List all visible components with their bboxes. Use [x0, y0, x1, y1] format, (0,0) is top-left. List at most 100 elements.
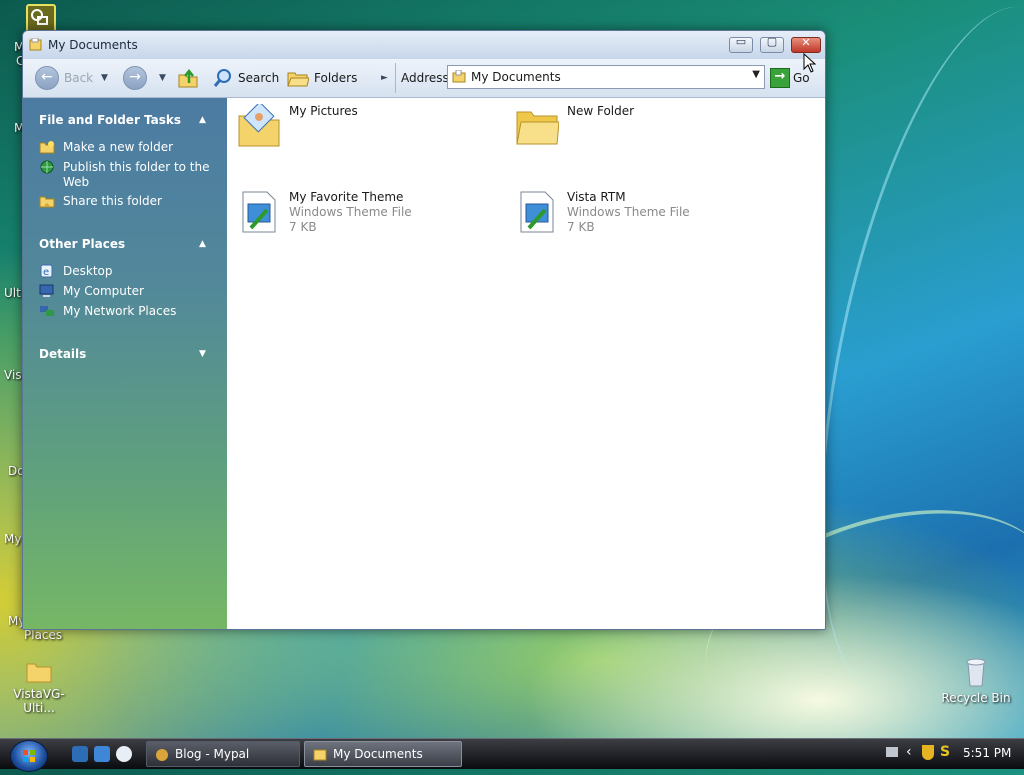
pictures-folder-icon	[238, 104, 280, 147]
my-documents-icon	[313, 749, 327, 760]
folders-icon	[287, 72, 309, 87]
folders-button[interactable]: Folders	[287, 59, 357, 97]
section-header-other-places[interactable]: Other Places	[39, 237, 125, 251]
desktop-folder-shortcut[interactable]: VistaVG-Ulti...	[0, 658, 78, 715]
file-item-new-folder[interactable]: New Folder	[509, 104, 769, 154]
desktop-icon-label: VistaVG-Ulti...	[13, 687, 65, 715]
file-type: Windows Theme File	[289, 205, 412, 219]
desktop-label-clipped: My	[4, 532, 22, 546]
task-share-folder[interactable]: Share this folder	[39, 194, 219, 209]
chevron-down-icon: ▼	[159, 73, 166, 83]
window-title: My Documents	[48, 38, 138, 52]
place-my-computer[interactable]: My Computer	[39, 284, 219, 299]
media-player-quicklaunch-icon[interactable]	[116, 746, 132, 762]
taskbar-button-label: Blog - Mypal	[175, 747, 250, 761]
toolbar-overflow-chevron[interactable]: ►	[381, 59, 388, 97]
chevron-down-icon: ▼	[101, 73, 108, 83]
collapse-chevron-icon[interactable]: ▲	[199, 115, 206, 125]
place-my-network[interactable]: My Network Places	[39, 304, 219, 319]
go-arrow-button[interactable]: →	[770, 68, 790, 88]
chevron-right-icon: ►	[381, 73, 388, 83]
place-label: My Computer	[63, 284, 144, 298]
address-dropdown-icon[interactable]: ▼	[752, 69, 760, 80]
section-header-file-folder-tasks[interactable]: File and Folder Tasks	[39, 113, 181, 127]
taskbar-button-blog-mypal[interactable]: Blog - Mypal	[146, 741, 300, 767]
folder-icon	[516, 111, 559, 145]
task-make-new-folder[interactable]: Make a new folder	[39, 140, 219, 155]
folders-label: Folders	[314, 71, 358, 85]
close-button[interactable]: ✕	[791, 36, 821, 53]
forward-history-dropdown[interactable]: ▼	[159, 59, 166, 97]
search-icon	[213, 69, 231, 87]
theme-file-icon	[520, 191, 554, 233]
mypal-tray-icon[interactable]: S	[940, 744, 950, 760]
file-item-my-favorite-theme[interactable]: My Favorite Theme Windows Theme File 7 K…	[231, 190, 491, 240]
forward-arrow-icon: →	[123, 66, 147, 90]
up-folder-button[interactable]	[177, 59, 199, 97]
new-folder-icon	[39, 141, 55, 154]
svg-text:e: e	[43, 267, 49, 278]
task-publish-web[interactable]: Publish this folder to the Web	[39, 160, 219, 190]
task-label: Make a new folder	[63, 140, 174, 154]
up-folder-icon	[178, 68, 198, 88]
section-header-details[interactable]: Details	[39, 347, 86, 361]
place-desktop[interactable]: e Desktop	[39, 264, 219, 279]
desktop-label-clipped: Places	[24, 628, 63, 642]
security-shield-icon[interactable]	[922, 745, 934, 760]
recycle-bin-icon	[966, 658, 986, 687]
minimize-button[interactable]: ▭	[729, 35, 753, 53]
file-name: New Folder	[567, 104, 635, 118]
minimize-icon: ▭	[735, 35, 747, 48]
file-list: My Pictures New Folder My Favorite Theme…	[227, 98, 825, 629]
back-history-dropdown[interactable]: ▼	[101, 59, 108, 97]
file-name: Vista RTM	[567, 190, 626, 204]
show-desktop-quicklaunch-icon[interactable]	[94, 746, 110, 762]
title-bar[interactable]: My Documents ▭ ▢ ✕	[23, 31, 825, 59]
start-button[interactable]	[10, 740, 48, 772]
file-type: Windows Theme File	[567, 205, 690, 219]
search-label: Search	[238, 71, 280, 85]
explorer-window: My Documents ▭ ▢ ✕ ← Back ▼ → ▼ Search F…	[22, 30, 826, 630]
toolbar-separator	[395, 63, 396, 93]
file-name: My Pictures	[289, 104, 358, 118]
search-button[interactable]: Search	[213, 59, 279, 97]
address-bar[interactable]: My Documents ▼	[447, 65, 765, 89]
taskbar-button-my-documents[interactable]: My Documents	[304, 741, 462, 767]
keyboard-tray-icon[interactable]	[886, 747, 898, 757]
taskbar-clock[interactable]: 5:51 PM	[963, 746, 1011, 760]
place-label: My Network Places	[63, 304, 177, 318]
my-documents-icon	[29, 38, 42, 51]
ie-quicklaunch-icon[interactable]	[72, 746, 88, 762]
toolbar: ← Back ▼ → ▼ Search Folders ► Address My…	[23, 59, 825, 98]
windows-logo-icon	[23, 750, 35, 762]
recycle-bin[interactable]: Recycle Bin	[940, 656, 1012, 705]
show-hidden-icons-chevron[interactable]: ‹	[906, 744, 912, 760]
back-arrow-icon: ←	[35, 66, 59, 90]
address-label: Address	[401, 71, 449, 85]
task-label: Share this folder	[63, 194, 162, 208]
close-icon: ✕	[801, 36, 811, 49]
task-pane: File and Folder Tasks ▲ Make a new folde…	[23, 98, 227, 629]
file-item-my-pictures[interactable]: My Pictures	[231, 104, 491, 154]
address-value: My Documents	[471, 70, 561, 84]
folder-icon	[26, 663, 52, 683]
address-label-wrap: Address	[401, 59, 449, 97]
theme-file-icon	[242, 191, 276, 233]
collapse-chevron-icon[interactable]: ▲	[199, 239, 206, 249]
maximize-button[interactable]: ▢	[760, 35, 784, 53]
my-documents-icon	[452, 70, 466, 83]
task-label: Publish this folder to the Web	[63, 160, 210, 189]
desktop-icon: e	[40, 264, 53, 278]
file-size: 7 KB	[567, 220, 595, 234]
go-label: Go	[793, 71, 810, 85]
forward-button[interactable]: →	[123, 59, 147, 97]
desktop-shortcut-icon	[31, 9, 48, 25]
share-folder-icon	[39, 196, 55, 208]
expand-chevron-icon[interactable]: ▼	[199, 349, 206, 359]
mouse-cursor-icon	[803, 53, 817, 73]
back-label: Back	[64, 71, 94, 85]
file-item-vista-rtm[interactable]: Vista RTM Windows Theme File 7 KB	[509, 190, 769, 240]
back-button[interactable]: ← Back	[35, 59, 93, 97]
place-label: Desktop	[63, 264, 113, 278]
file-size: 7 KB	[289, 220, 317, 234]
